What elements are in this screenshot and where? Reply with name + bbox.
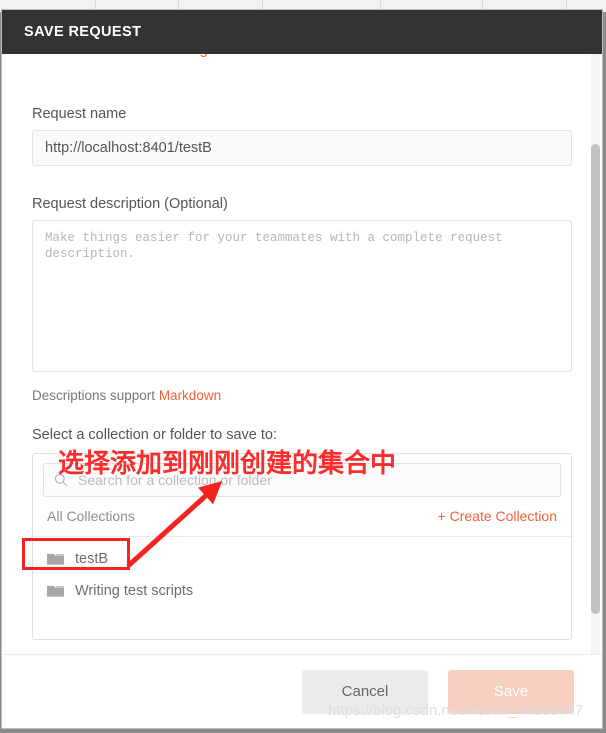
modal-header: SAVE REQUEST bbox=[2, 10, 602, 54]
create-collection-button[interactable]: + Create Collection bbox=[438, 508, 557, 524]
list-item[interactable]: testB bbox=[33, 543, 571, 575]
collection-search-input[interactable] bbox=[76, 471, 550, 489]
folder-icon bbox=[47, 585, 64, 597]
collection-picker: All Collections + Create Collection test… bbox=[32, 453, 572, 640]
markdown-note-prefix: Descriptions support bbox=[32, 388, 159, 403]
request-name-input[interactable] bbox=[32, 130, 572, 166]
markdown-note: Descriptions support Markdown bbox=[32, 388, 572, 403]
learn-more-collections-link[interactable]: Learn more about creating collections bbox=[32, 54, 572, 60]
folder-icon bbox=[47, 553, 64, 565]
request-name-label: Request name bbox=[32, 106, 127, 122]
screen: SAVE REQUEST Learn more about creating c… bbox=[0, 0, 606, 733]
list-item-label: Writing test scripts bbox=[75, 583, 194, 599]
list-item[interactable]: Writing test scripts bbox=[33, 575, 571, 607]
collection-list: testB Writing test scripts bbox=[33, 537, 571, 639]
modal-body: Learn more about creating collections Re… bbox=[2, 54, 602, 654]
list-item-label: testB bbox=[75, 551, 109, 567]
page-title: SAVE REQUEST bbox=[24, 24, 142, 40]
all-collections-label: All Collections bbox=[47, 508, 135, 524]
select-collection-label: Select a collection or folder to save to… bbox=[32, 427, 278, 443]
save-request-modal: SAVE REQUEST Learn more about creating c… bbox=[2, 10, 602, 728]
modal-scrollbar-thumb[interactable] bbox=[591, 144, 600, 614]
watermark: https://blog.csdn.net/weixin_44009447 bbox=[328, 702, 584, 719]
search-icon bbox=[54, 473, 68, 487]
collection-search-box[interactable] bbox=[43, 463, 561, 497]
picker-subbar: All Collections + Create Collection bbox=[33, 505, 571, 537]
request-description-textarea[interactable] bbox=[32, 220, 572, 372]
markdown-link[interactable]: Markdown bbox=[159, 388, 221, 403]
request-description-label: Request description (Optional) bbox=[32, 196, 228, 212]
